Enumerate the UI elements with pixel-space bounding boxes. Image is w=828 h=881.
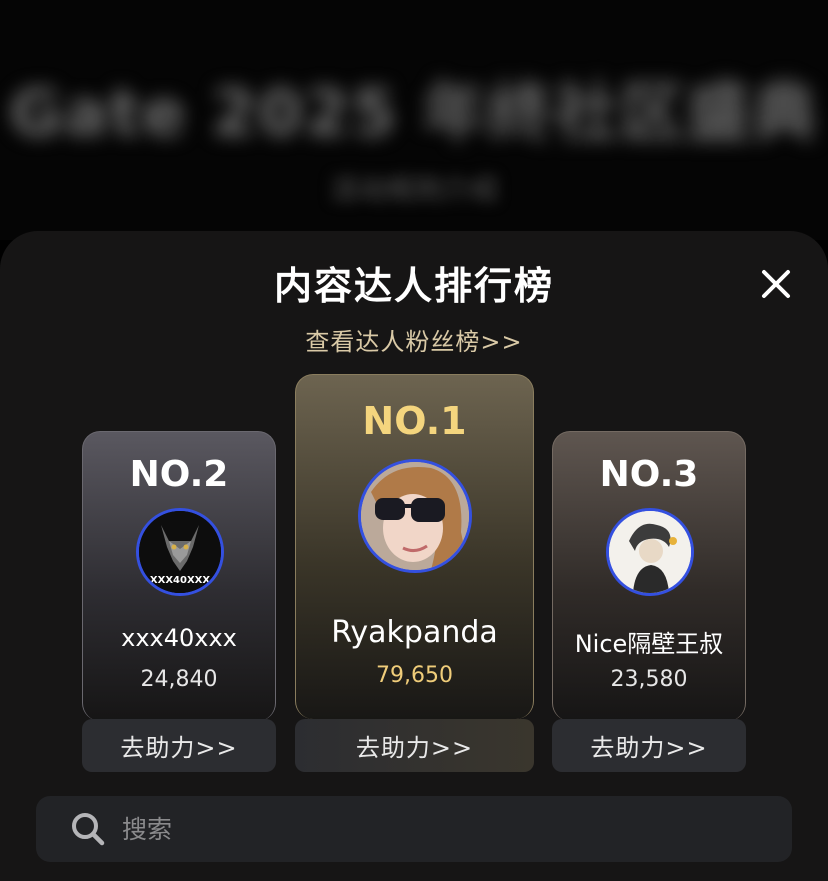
rank-card-2: NO.2 XXX40XXX xxx40xxx 24,840: [82, 431, 276, 721]
avatar: [606, 508, 694, 596]
wolf-avatar-image: XXX40XXX: [139, 511, 221, 593]
user-score: 23,580: [610, 667, 688, 692]
support-button-2[interactable]: 去助力>>: [82, 719, 276, 772]
rank-label: NO.1: [362, 399, 467, 443]
avatar-logo-text: XXX40XXX: [150, 575, 210, 586]
rank-label: NO.3: [599, 454, 699, 495]
user-score: 24,840: [140, 667, 218, 692]
user-name: Ryakpanda: [331, 615, 498, 650]
support-button-3[interactable]: 去助力>>: [552, 719, 746, 772]
search-icon: [72, 813, 105, 846]
event-header: Gate 2025 年终社区盛典 活动规则介绍: [0, 0, 828, 240]
rank-label: NO.2: [129, 454, 229, 495]
event-title-blurred: Gate 2025 年终社区盛典: [9, 77, 819, 151]
search-input[interactable]: [122, 814, 722, 844]
user-score: 79,650: [376, 663, 453, 688]
avatar: XXX40XXX: [136, 508, 224, 596]
rank-card-3: NO.3 Nice隔壁王叔 23,580: [552, 431, 746, 721]
close-icon[interactable]: [754, 262, 798, 306]
user-photo: [361, 462, 469, 570]
fans-leaderboard-link[interactable]: 查看达人粉丝榜>>: [0, 322, 828, 357]
sketch-avatar-image: [609, 511, 691, 593]
user-name: Nice隔壁王叔: [574, 630, 724, 658]
support-button-1[interactable]: 去助力>>: [295, 719, 534, 772]
search-bar[interactable]: [36, 796, 792, 862]
event-subtitle-blurred: 活动规则介绍: [329, 173, 498, 206]
user-name: xxx40xxx: [121, 624, 237, 652]
avatar: [358, 459, 472, 573]
sheet-title: 内容达人排行榜: [273, 264, 554, 308]
rank-card-1: NO.1 Ryakpanda 79,650: [295, 374, 534, 719]
